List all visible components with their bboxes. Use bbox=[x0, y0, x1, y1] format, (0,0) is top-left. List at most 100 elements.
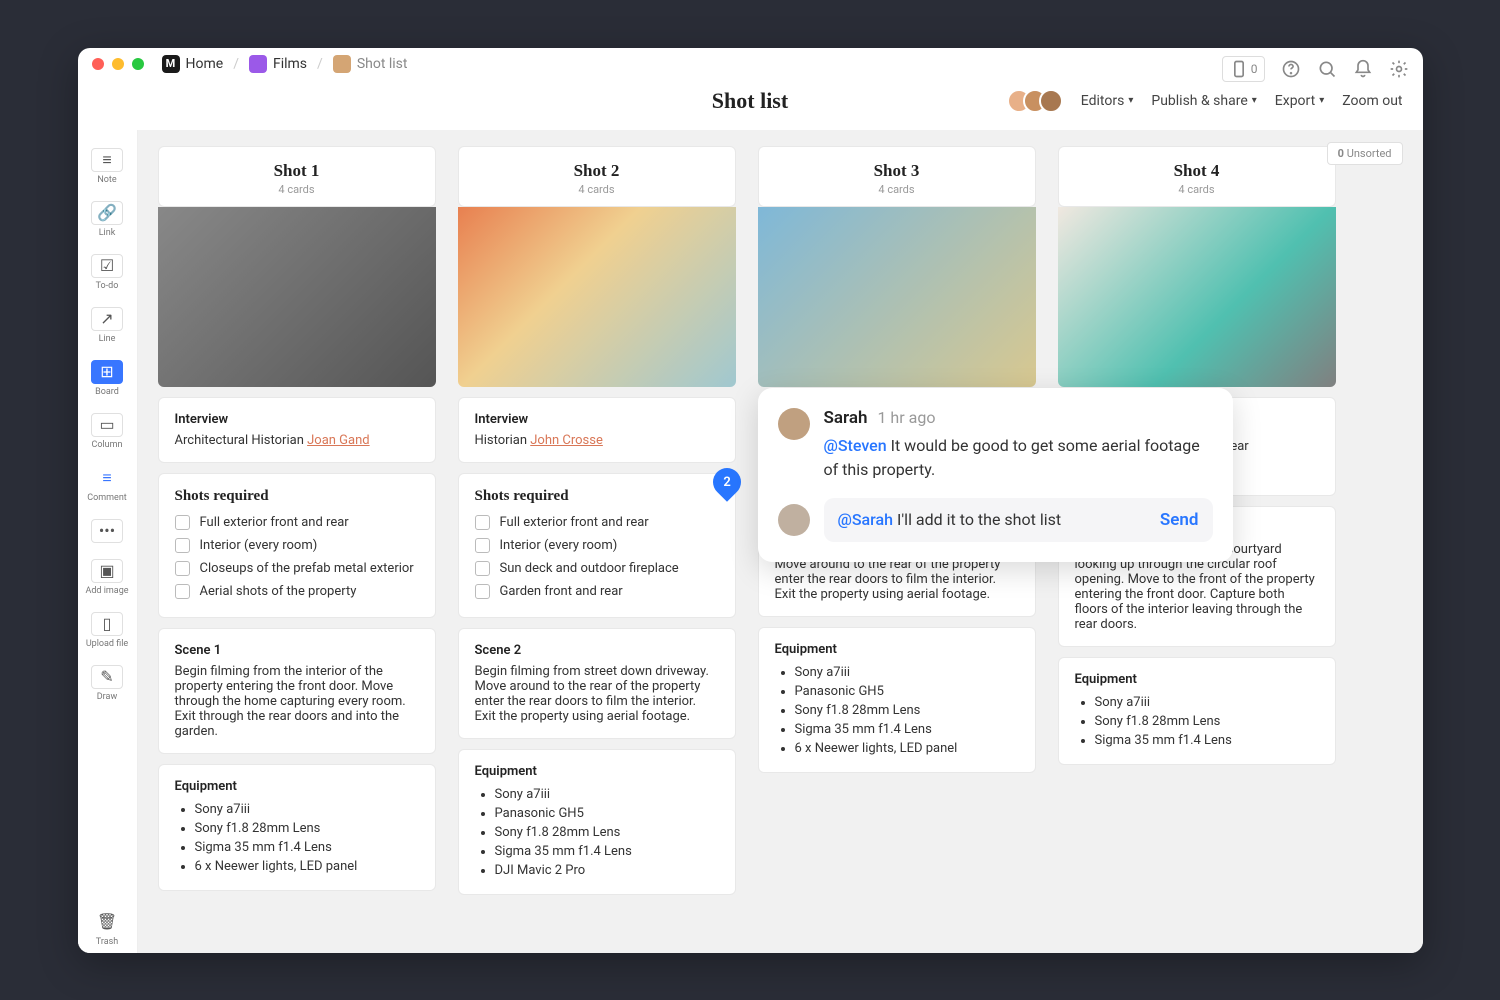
checklist-item[interactable]: Full exterior front and rear bbox=[175, 511, 419, 534]
card-image[interactable] bbox=[1058, 207, 1336, 387]
list-item: 6 x Neewer lights, LED panel bbox=[795, 739, 1019, 758]
card-heading: Equipment bbox=[775, 642, 1019, 657]
column-header[interactable]: Shot 34 cards bbox=[758, 146, 1036, 207]
breadcrumb-films[interactable]: Films bbox=[249, 55, 307, 73]
board-column[interactable]: Shot 14 cards InterviewArchitectural Hist… bbox=[158, 146, 436, 937]
checkbox[interactable] bbox=[175, 515, 190, 530]
board-column[interactable]: Shot 24 cards InterviewHistorian John Cro… bbox=[458, 146, 736, 937]
minimize-window-button[interactable] bbox=[112, 58, 124, 70]
breadcrumb-home-label: Home bbox=[186, 56, 224, 72]
editors-dropdown[interactable]: Editors▾ bbox=[1081, 93, 1134, 109]
chevron-down-icon: ▾ bbox=[1128, 95, 1133, 106]
person-link[interactable]: Joan Gand bbox=[307, 433, 370, 448]
checkbox[interactable] bbox=[475, 538, 490, 553]
device-icon bbox=[1229, 59, 1249, 79]
comment-icon: ≡ bbox=[91, 466, 123, 490]
tool-note[interactable]: ≡Note bbox=[78, 142, 137, 191]
equipment-card[interactable]: Equipment Sony a7iiiPanasonic GH5Sony f1.… bbox=[758, 627, 1036, 773]
tool-column[interactable]: ▭Column bbox=[78, 407, 137, 456]
send-button[interactable]: Send bbox=[1160, 510, 1199, 530]
tool-draw[interactable]: ✎Draw bbox=[78, 659, 137, 708]
scene-card[interactable]: Scene 1Begin filming from the interior o… bbox=[158, 628, 436, 754]
checklist-item[interactable]: Full exterior front and rear bbox=[475, 511, 719, 534]
tool-trash[interactable]: 🗑Trash bbox=[78, 904, 137, 953]
shots-required-card[interactable]: Shots requiredFull exterior front and re… bbox=[158, 473, 436, 618]
tool-link[interactable]: 🔗Link bbox=[78, 195, 137, 244]
close-window-button[interactable] bbox=[92, 58, 104, 70]
tool-line[interactable]: ↗Line bbox=[78, 301, 137, 350]
person-link[interactable]: John Crosse bbox=[530, 433, 603, 448]
column-count: 4 cards bbox=[459, 183, 735, 196]
help-icon[interactable] bbox=[1281, 59, 1301, 79]
tool-more[interactable]: ••• bbox=[78, 513, 137, 549]
list-item: Panasonic GH5 bbox=[795, 682, 1019, 701]
equipment-card[interactable]: EquipmentSony a7iiiSony f1.8 28mm LensSi… bbox=[158, 764, 436, 891]
export-dropdown[interactable]: Export▾ bbox=[1275, 93, 1324, 109]
tool-todo[interactable]: ☑To-do bbox=[78, 248, 137, 297]
equipment-list: Sony a7iiiPanasonic GH5Sony f1.8 28mm Le… bbox=[775, 663, 1019, 758]
reply-input[interactable]: @Sarah I'll add it to the shot list Send bbox=[824, 498, 1213, 542]
mention: @Sarah bbox=[838, 510, 894, 529]
list-item: Sony a7iii bbox=[795, 663, 1019, 682]
checklist-item[interactable]: Garden front and rear bbox=[475, 580, 719, 603]
checklist-item[interactable]: Sun deck and outdoor fireplace bbox=[475, 557, 719, 580]
checkbox[interactable] bbox=[175, 561, 190, 576]
unsorted-pill[interactable]: 0 Unsorted bbox=[1327, 142, 1403, 165]
tool-upload-file[interactable]: ▯Upload file bbox=[78, 606, 137, 655]
comment-text: @Steven It would be good to get some aer… bbox=[824, 434, 1213, 482]
checklist-label: Closeups of the prefab metal exterior bbox=[200, 561, 414, 576]
shotlist-icon bbox=[333, 55, 351, 73]
scene-text: Begin filming from street down driveway.… bbox=[475, 664, 719, 724]
device-count-badge[interactable]: 0 bbox=[1222, 56, 1265, 82]
tool-board[interactable]: ⊞Board bbox=[78, 354, 137, 403]
equipment-card[interactable]: EquipmentSony a7iiiSony f1.8 28mm LensSi… bbox=[1058, 657, 1336, 765]
column-count: 4 cards bbox=[1059, 183, 1335, 196]
equipment-card[interactable]: EquipmentSony a7iiiPanasonic GH5Sony f1.… bbox=[458, 749, 736, 895]
publish-share-dropdown[interactable]: Publish & share▾ bbox=[1151, 93, 1256, 109]
interview-card[interactable]: InterviewHistorian John Crosse bbox=[458, 397, 736, 463]
card-heading: Shots required bbox=[475, 488, 719, 505]
card-image[interactable] bbox=[458, 207, 736, 387]
tool-comment[interactable]: ≡Comment bbox=[78, 460, 137, 509]
breadcrumb-home[interactable]: M Home bbox=[162, 55, 224, 73]
breadcrumb-current-label: Shot list bbox=[357, 56, 408, 72]
checklist-item[interactable]: Interior (every room) bbox=[475, 534, 719, 557]
checklist-item[interactable]: Interior (every room) bbox=[175, 534, 419, 557]
tool-add-image[interactable]: ▣Add image bbox=[78, 553, 137, 602]
interview-card[interactable]: InterviewArchitectural Historian Joan Ga… bbox=[158, 397, 436, 463]
list-item: Sony f1.8 28mm Lens bbox=[195, 819, 419, 838]
collaborator-avatars[interactable] bbox=[1007, 89, 1063, 113]
titlebar: M Home / Films / Shot list 0 bbox=[78, 48, 1423, 80]
list-item: Sigma 35 mm f1.4 Lens bbox=[195, 838, 419, 857]
checklist-label: Garden front and rear bbox=[500, 584, 623, 599]
checkbox[interactable] bbox=[475, 561, 490, 576]
column-header[interactable]: Shot 14 cards bbox=[158, 146, 436, 207]
notifications-icon[interactable] bbox=[1353, 59, 1373, 79]
checkbox[interactable] bbox=[475, 584, 490, 599]
checklist-item[interactable]: Aerial shots of the property bbox=[175, 580, 419, 603]
card-image[interactable] bbox=[158, 207, 436, 387]
mention[interactable]: @Steven bbox=[824, 436, 887, 455]
card-image[interactable] bbox=[758, 207, 1036, 387]
shots-required-card[interactable]: Shots required Full exterior front and re… bbox=[458, 473, 736, 618]
settings-icon[interactable] bbox=[1389, 59, 1409, 79]
films-icon bbox=[249, 55, 267, 73]
more-icon: ••• bbox=[91, 519, 123, 543]
column-header[interactable]: Shot 44 cards bbox=[1058, 146, 1336, 207]
maximize-window-button[interactable] bbox=[132, 58, 144, 70]
comment-panel: Sarah 1 hr ago @Steven It would be good … bbox=[758, 388, 1233, 562]
checkbox[interactable] bbox=[175, 538, 190, 553]
header-actions: Editors▾ Publish & share▾ Export▾ Zoom o… bbox=[1007, 89, 1403, 113]
column-header[interactable]: Shot 24 cards bbox=[458, 146, 736, 207]
line-icon: ↗ bbox=[91, 307, 123, 331]
equipment-list: Sony a7iiiSony f1.8 28mm LensSigma 35 mm… bbox=[1075, 693, 1319, 750]
scene-text: Begin filming from the interior of the p… bbox=[175, 664, 419, 739]
breadcrumb-current[interactable]: Shot list bbox=[333, 55, 408, 73]
scene-card[interactable]: Scene 2Begin filming from street down dr… bbox=[458, 628, 736, 739]
zoom-out-button[interactable]: Zoom out bbox=[1342, 93, 1402, 109]
search-icon[interactable] bbox=[1317, 59, 1337, 79]
checklist-item[interactable]: Closeups of the prefab metal exterior bbox=[175, 557, 419, 580]
trash-icon: 🗑 bbox=[91, 910, 123, 934]
checkbox[interactable] bbox=[175, 584, 190, 599]
checkbox[interactable] bbox=[475, 515, 490, 530]
